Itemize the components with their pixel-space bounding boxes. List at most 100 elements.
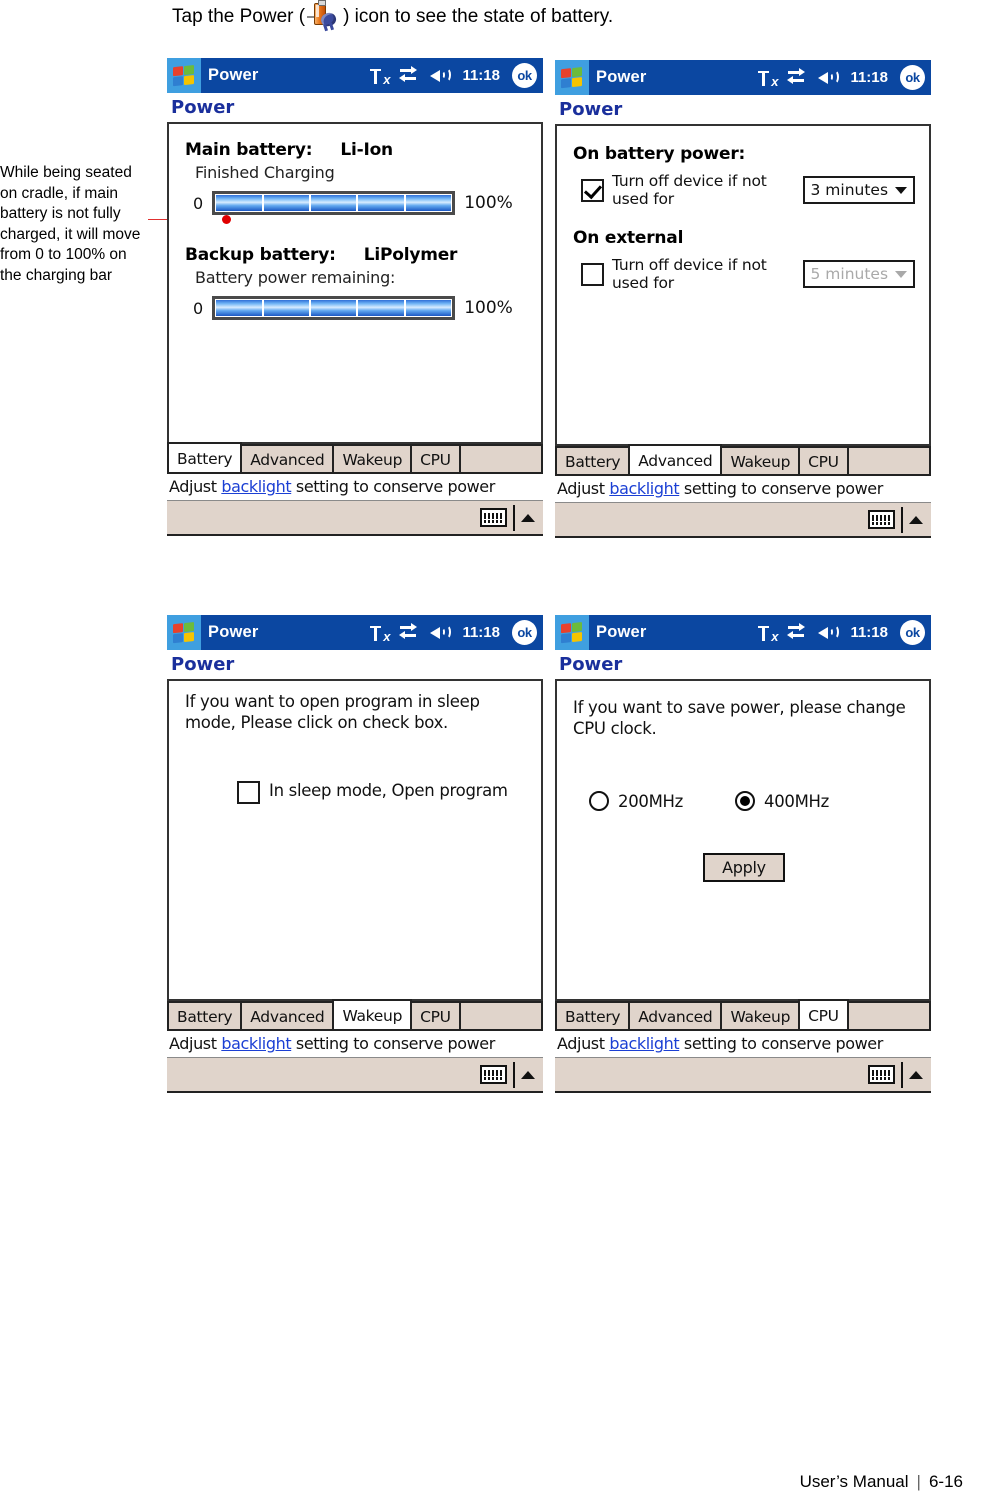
footer-separator: | bbox=[916, 1472, 921, 1491]
caret-up-icon[interactable] bbox=[909, 1070, 923, 1079]
battery-timeout-value: 3 minutes bbox=[810, 181, 889, 199]
apply-button[interactable]: Apply bbox=[703, 853, 785, 882]
content-panel: Main battery: Li-Ion Finished Charging 0… bbox=[167, 122, 543, 444]
clock[interactable]: 11:18 bbox=[462, 67, 500, 84]
caret-up-icon[interactable] bbox=[909, 515, 923, 524]
tab-wakeup[interactable]: Wakeup bbox=[332, 444, 413, 472]
hint-suffix: setting to conserve power bbox=[679, 479, 883, 498]
external-timeout-label: Turn off device if not used for bbox=[612, 256, 767, 292]
external-timeout-row: Turn off device if not used for 5 minute… bbox=[581, 256, 915, 292]
connectivity-icon[interactable] bbox=[399, 623, 420, 641]
battery-timeout-label: Turn off device if not used for bbox=[612, 172, 767, 208]
tab-battery[interactable]: Battery bbox=[555, 1001, 631, 1029]
connectivity-icon[interactable] bbox=[787, 68, 808, 86]
device-screenshot-cpu: Power x 11:18 ok Power If you want to sa… bbox=[555, 615, 931, 1093]
windows-logo-icon[interactable] bbox=[555, 615, 589, 650]
tabstrip-filler bbox=[458, 444, 543, 472]
tab-cpu[interactable]: CPU bbox=[798, 446, 849, 474]
page-title: Power bbox=[167, 650, 543, 679]
caret-up-icon[interactable] bbox=[521, 1070, 535, 1079]
windows-logo-icon[interactable] bbox=[167, 58, 201, 93]
tab-cpu[interactable]: CPU bbox=[410, 444, 461, 472]
windows-logo-icon[interactable] bbox=[167, 615, 201, 650]
backup-battery-gauge-row: 0 100% bbox=[193, 296, 527, 320]
sip-divider bbox=[513, 504, 515, 531]
hint-suffix: setting to conserve power bbox=[291, 1034, 495, 1053]
device-screenshot-advanced: Power x 11:18 ok Power On battery power:… bbox=[555, 60, 931, 538]
caret-up-icon[interactable] bbox=[521, 513, 535, 522]
sip-divider bbox=[513, 1061, 515, 1088]
signal-off-icon[interactable]: x bbox=[370, 624, 390, 643]
page-title: Power bbox=[555, 650, 931, 679]
connectivity-icon[interactable] bbox=[787, 623, 808, 641]
sleep-mode-option-row: In sleep mode, Open program bbox=[237, 781, 527, 804]
titlebar: Power x 11:18 ok bbox=[167, 58, 543, 93]
tab-cpu[interactable]: CPU bbox=[410, 1001, 461, 1029]
signal-off-icon[interactable]: x bbox=[758, 624, 778, 643]
keyboard-icon[interactable] bbox=[480, 508, 507, 527]
signal-off-icon[interactable]: x bbox=[758, 69, 778, 88]
cpu-clock-radio-group: 200MHz 400MHz bbox=[589, 791, 915, 811]
external-timeout-checkbox[interactable] bbox=[581, 262, 604, 286]
ok-button[interactable]: ok bbox=[512, 620, 537, 645]
page-title: Power bbox=[167, 93, 543, 122]
windows-logo-icon[interactable] bbox=[555, 60, 589, 95]
hint-prefix: Adjust bbox=[169, 1034, 222, 1053]
radio-400mhz[interactable] bbox=[735, 791, 755, 811]
backlight-link[interactable]: backlight bbox=[221, 1034, 291, 1053]
sleep-mode-label: In sleep mode, Open program bbox=[269, 781, 508, 800]
backlight-link[interactable]: backlight bbox=[609, 1034, 679, 1053]
titlebar-title: Power bbox=[596, 68, 647, 86]
tab-battery[interactable]: Battery bbox=[167, 442, 243, 472]
cpu-option-400mhz[interactable]: 400MHz bbox=[735, 791, 829, 811]
tabstrip: Battery Advanced Wakeup CPU bbox=[555, 444, 931, 474]
clock[interactable]: 11:18 bbox=[850, 69, 888, 86]
page-footer: User’s Manual | 6-16 bbox=[800, 1472, 963, 1492]
backup-battery-type: LiPolymer bbox=[363, 245, 458, 265]
tabstrip: Battery Advanced Wakeup CPU bbox=[167, 999, 543, 1029]
keyboard-icon[interactable] bbox=[868, 1065, 895, 1084]
signal-off-icon[interactable]: x bbox=[370, 67, 390, 86]
tab-advanced[interactable]: Advanced bbox=[240, 1001, 335, 1029]
speaker-icon[interactable] bbox=[430, 67, 452, 84]
keyboard-icon[interactable] bbox=[480, 1065, 507, 1084]
tab-wakeup[interactable]: Wakeup bbox=[720, 446, 801, 474]
speaker-icon[interactable] bbox=[818, 624, 840, 641]
ok-button[interactable]: ok bbox=[900, 65, 925, 90]
clock[interactable]: 11:18 bbox=[462, 624, 500, 641]
tab-battery[interactable]: Battery bbox=[555, 446, 631, 474]
tab-wakeup[interactable]: Wakeup bbox=[720, 1001, 801, 1029]
intro-text-before: Tap the Power ( bbox=[172, 6, 306, 27]
sleep-mode-checkbox[interactable] bbox=[237, 781, 260, 804]
speaker-icon[interactable] bbox=[818, 69, 840, 86]
annotation-text: While being seated on cradle, if main ba… bbox=[0, 164, 141, 284]
keyboard-icon[interactable] bbox=[868, 510, 895, 529]
tab-wakeup[interactable]: Wakeup bbox=[332, 999, 413, 1029]
backlight-link[interactable]: backlight bbox=[609, 479, 679, 498]
backlight-link[interactable]: backlight bbox=[221, 477, 291, 496]
hint-suffix: setting to conserve power bbox=[679, 1034, 883, 1053]
ok-button[interactable]: ok bbox=[900, 620, 925, 645]
hint-suffix: setting to conserve power bbox=[291, 477, 495, 496]
tab-battery[interactable]: Battery bbox=[167, 1001, 243, 1029]
battery-timeout-checkbox[interactable] bbox=[581, 178, 604, 202]
speaker-icon[interactable] bbox=[430, 624, 452, 641]
intro-text-after: ) icon to see the state of battery. bbox=[343, 6, 614, 27]
external-timeout-dropdown[interactable]: 5 minutes bbox=[802, 260, 915, 288]
tabstrip-filler bbox=[846, 1001, 931, 1029]
titlebar-title: Power bbox=[596, 623, 647, 641]
main-battery-gauge-row: 0 100% bbox=[193, 191, 527, 215]
connectivity-icon[interactable] bbox=[399, 66, 420, 84]
tab-advanced[interactable]: Advanced bbox=[240, 444, 335, 472]
radio-200mhz[interactable] bbox=[589, 791, 609, 811]
tab-advanced[interactable]: Advanced bbox=[628, 1001, 723, 1029]
main-battery-label: Main battery: bbox=[185, 140, 313, 160]
ok-button[interactable]: ok bbox=[512, 63, 537, 88]
tab-cpu[interactable]: CPU bbox=[798, 999, 849, 1029]
cpu-option-200mhz[interactable]: 200MHz bbox=[589, 791, 683, 811]
power-battery-icon bbox=[307, 0, 341, 32]
cpu-option-400mhz-label: 400MHz bbox=[764, 791, 829, 811]
battery-timeout-dropdown[interactable]: 3 minutes bbox=[802, 176, 915, 204]
tab-advanced[interactable]: Advanced bbox=[628, 444, 723, 474]
clock[interactable]: 11:18 bbox=[850, 624, 888, 641]
